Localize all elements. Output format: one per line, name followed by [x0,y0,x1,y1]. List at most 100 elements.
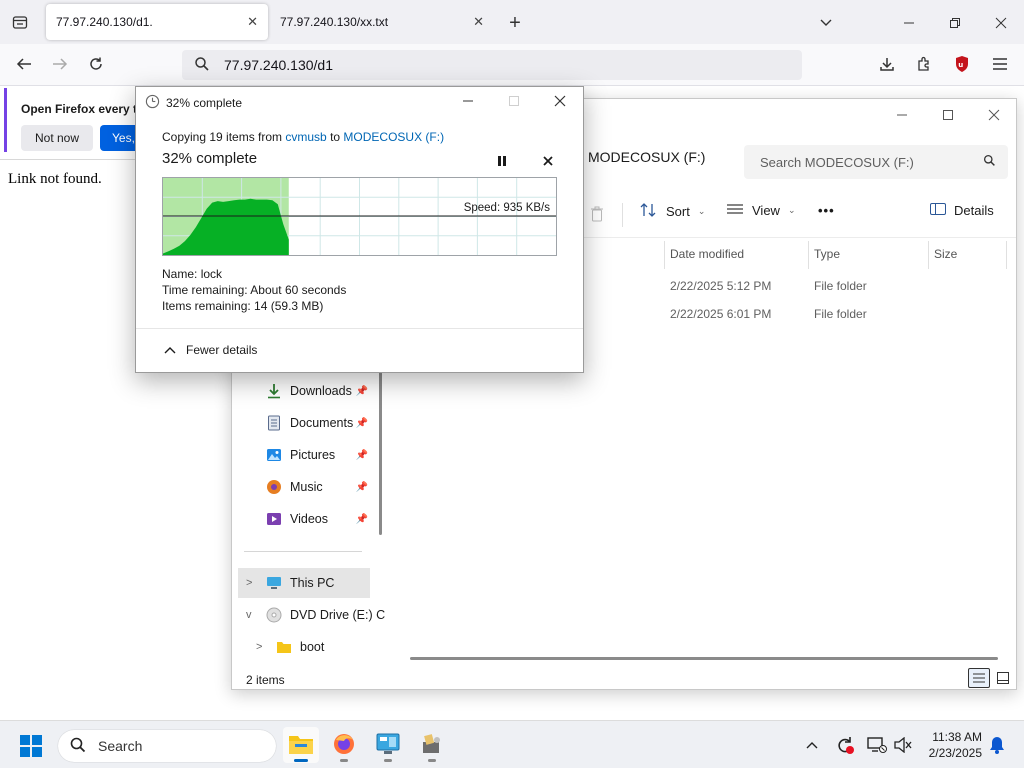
tiles-view-icon[interactable] [992,668,1014,688]
column-header-date[interactable]: Date modified [670,247,744,261]
maximize-icon[interactable] [938,105,958,125]
folder-icon [276,639,292,655]
extensions-icon[interactable] [913,53,935,75]
column-header-size[interactable]: Size [934,247,957,261]
percent-complete: 32% complete [162,150,258,167]
more-options-button[interactable]: ••• [818,203,835,218]
nav-label: DVD Drive (E:) C [290,608,386,622]
sort-icon [640,203,658,220]
close-icon[interactable]: ✕ [473,14,484,30]
new-tab-plus-icon[interactable]: + [504,12,526,34]
source-link[interactable]: cvmusb [285,130,326,144]
column-header-type[interactable]: Type [814,247,840,261]
date-modified-cell: 2/22/2025 5:12 PM [670,279,772,293]
nav-label: Music [290,480,323,494]
cancel-copy-icon[interactable] [538,151,558,171]
minimize-icon[interactable] [892,105,912,125]
progress-clock-icon [145,94,160,112]
chevron-up-icon [164,343,176,357]
view-button[interactable]: View ⌄ [726,203,796,218]
tab-d1[interactable]: 77.97.240.130/d1. ✕ [46,4,268,40]
close-icon[interactable] [550,91,570,111]
ublock-shield-icon[interactable]: u [951,53,973,75]
transfer-speed-graph: Speed: 935 KB/s [162,177,557,256]
start-windows-icon[interactable] [18,733,44,759]
taskbar-control-panel[interactable] [370,727,406,763]
nav-label: Downloads [290,384,352,398]
nav-item-downloads[interactable]: Downloads 📌 [238,376,370,406]
nav-item-boot[interactable]: > boot [238,632,370,662]
status-item-count: 2 items [246,673,285,687]
close-icon[interactable] [984,105,1004,125]
nav-item-music[interactable]: Music 📌 [238,472,370,502]
pictures-icon [266,447,282,463]
expand-chevron-icon[interactable]: > [256,641,262,653]
download-icon[interactable] [876,53,898,75]
dialog-title: 32% complete [166,96,243,110]
url-bar[interactable]: 77.97.240.130/d1 [182,50,802,80]
nav-item-this-pc[interactable]: > This PC [238,568,370,598]
destination-link[interactable]: MODECOSUX (F:) [343,130,444,144]
back-arrow-icon[interactable] [13,53,35,75]
tab-bar: 77.97.240.130/d1. ✕ 77.97.240.130/xx.txt… [0,0,1024,44]
horizontal-scrollbar[interactable] [410,657,998,660]
nav-item-pictures[interactable]: Pictures 📌 [238,440,370,470]
details-view-icon[interactable] [968,668,990,688]
chevron-up-icon[interactable] [802,735,822,755]
running-indicator [294,759,308,762]
type-cell: File folder [814,307,867,321]
pin-icon: 📌 [355,385,368,397]
search-input[interactable]: Search MODECOSUX (F:) [744,145,1008,179]
volume-muted-icon[interactable] [892,734,914,756]
chevron-down-icon: ⌄ [697,206,706,216]
taskbar-search-box[interactable]: Search [58,730,276,762]
items-label: Items remaining: [162,299,251,313]
close-window-icon[interactable] [990,12,1012,34]
search-label: Search [98,738,143,754]
nav-item-dvd-drive[interactable]: v DVD Drive (E:) C [238,600,385,630]
detail-time-remaining: Time remaining: About 60 seconds [162,283,346,297]
forward-arrow-icon[interactable] [49,53,71,75]
expand-chevron-icon[interactable]: > [246,577,252,589]
tab-xx-txt[interactable]: 77.97.240.130/xx.txt ✕ [270,4,494,40]
clock-date: 2/23/2025 [928,746,982,760]
collapse-chevron-icon[interactable]: v [246,609,252,621]
nav-item-documents[interactable]: Documents 📌 [238,408,370,438]
pause-icon[interactable] [492,151,512,171]
nav-label: Documents [290,416,354,430]
chevron-down-icon[interactable] [815,12,837,34]
nav-label: This PC [290,576,335,590]
minimize-icon[interactable] [458,91,478,111]
nav-item-videos[interactable]: Videos 📌 [238,504,370,534]
notification-bell-icon[interactable] [986,734,1008,756]
system-clock[interactable]: 11:38 AM 2/23/2025 [929,729,982,761]
not-now-button[interactable]: Not now [21,125,93,151]
firefox-view-icon[interactable] [10,12,30,32]
detail-items-remaining: Items remaining: 14 (59.3 MB) [162,299,323,313]
close-icon[interactable]: ✕ [247,14,258,30]
details-pane-button[interactable]: Details [930,203,994,218]
sort-button[interactable]: Sort ⌄ [640,203,705,220]
hamburger-menu-icon[interactable] [989,53,1011,75]
clock-time: 11:38 AM [932,730,982,744]
search-icon [194,56,210,75]
copying-prefix: Copying 19 items from [162,130,286,144]
reload-icon[interactable] [85,53,107,75]
view-list-icon [726,203,744,218]
taskbar-firefox[interactable] [326,727,362,763]
folder-icon [288,733,314,758]
fewer-details-button[interactable]: Fewer details [164,343,257,357]
restore-icon[interactable] [944,12,966,34]
firefox-icon [332,732,356,759]
delete-icon[interactable] [586,203,608,225]
maximize-icon [504,91,524,111]
running-indicator [384,759,392,762]
taskbar-file-explorer[interactable] [283,727,319,763]
address-bar-location[interactable]: MODECOSUX (F:) [588,149,705,165]
minimize-icon[interactable] [898,12,920,34]
network-icon[interactable] [866,734,888,756]
details-pane-icon [930,203,946,218]
taskbar-installer-app[interactable] [414,727,450,763]
sync-alert-icon[interactable] [834,734,856,756]
column-separator [928,241,929,269]
